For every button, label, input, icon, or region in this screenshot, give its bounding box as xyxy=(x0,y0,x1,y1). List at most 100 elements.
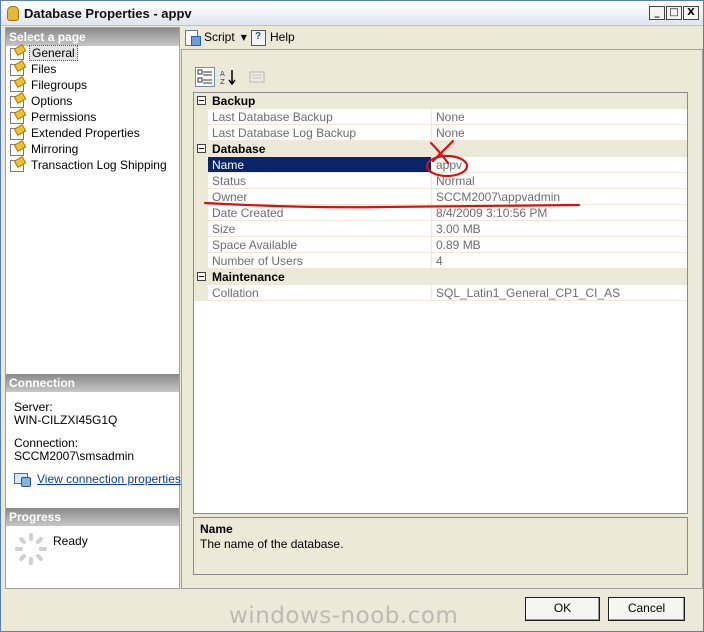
category-maintenance[interactable]: Maintenance xyxy=(194,269,687,285)
page-icon xyxy=(9,95,24,108)
property-row[interactable]: Number of Users 4 xyxy=(194,253,687,269)
minimize-button[interactable]: _ xyxy=(649,6,665,20)
alphabetical-icon[interactable]: A Z xyxy=(218,67,238,87)
close-button[interactable]: X xyxy=(683,6,699,20)
category-label: Maintenance xyxy=(212,270,285,284)
server-value: WIN-CILZXI45G1Q xyxy=(14,413,118,427)
script-icon xyxy=(184,29,201,46)
property-name: Last Database Backup xyxy=(208,109,432,125)
description-text: The name of the database. xyxy=(200,537,344,551)
page-icon xyxy=(9,79,24,92)
property-name: Name xyxy=(208,157,432,173)
page-icon xyxy=(9,111,24,124)
property-name: Date Created xyxy=(208,205,432,221)
collapse-icon[interactable] xyxy=(197,272,206,281)
dialog-toolbar: Script ▼ Help xyxy=(181,27,703,47)
collapse-icon[interactable] xyxy=(197,144,206,153)
script-button[interactable]: Script ▼ xyxy=(184,28,247,46)
page-icon xyxy=(9,47,24,60)
collapse-icon[interactable] xyxy=(197,96,206,105)
ok-button[interactable]: OK xyxy=(525,597,600,621)
property-value: 8/4/2009 3:10:56 PM xyxy=(432,205,687,221)
property-row[interactable]: Last Database Backup None xyxy=(194,109,687,125)
page-transaction-log-shipping[interactable]: Transaction Log Shipping xyxy=(9,157,169,173)
description-panel: Name The name of the database. xyxy=(193,517,688,575)
property-row-selected[interactable]: Name appv xyxy=(194,157,687,173)
property-row[interactable]: Status Normal xyxy=(194,173,687,189)
property-grid: Backup Last Database Backup None Last Da… xyxy=(193,92,688,514)
page-options[interactable]: Options xyxy=(9,93,74,109)
property-value: 0.89 MB xyxy=(432,237,687,253)
property-name: Collation xyxy=(208,285,432,301)
view-connection-properties-link[interactable]: View connection properties xyxy=(37,472,181,486)
property-name: Space Available xyxy=(208,237,432,253)
page-general[interactable]: General xyxy=(9,45,78,61)
category-label: Backup xyxy=(212,94,256,108)
property-name: Size xyxy=(208,221,432,237)
description-title: Name xyxy=(200,522,233,536)
page-label: Mirroring xyxy=(31,142,79,156)
title-bar[interactable]: Database Properties - appv _ □ X xyxy=(1,1,703,26)
property-value: appv xyxy=(432,157,687,173)
property-row[interactable]: Owner SCCM2007\appvadmin xyxy=(194,189,687,205)
help-label: Help xyxy=(270,30,295,44)
property-row[interactable]: Last Database Log Backup None xyxy=(194,125,687,141)
connection-value: SCCM2007\smsadmin xyxy=(14,449,135,463)
server-label: Server: xyxy=(14,400,53,414)
page-icon xyxy=(9,63,24,76)
database-properties-window: Database Properties - appv _ □ X Select … xyxy=(0,0,704,632)
left-panel: Select a page General Files Filegroups O… xyxy=(5,27,181,589)
property-row[interactable]: Size 3.00 MB xyxy=(194,221,687,237)
page-label: Filegroups xyxy=(31,78,88,92)
maximize-button[interactable]: □ xyxy=(666,6,682,20)
select-page-header: Select a page xyxy=(6,28,179,46)
progress-spinner-icon xyxy=(15,533,47,565)
property-name: Number of Users xyxy=(208,253,432,269)
property-row[interactable]: Date Created 8/4/2009 3:10:56 PM xyxy=(194,205,687,221)
page-permissions[interactable]: Permissions xyxy=(9,109,98,125)
page-label: Extended Properties xyxy=(31,126,140,140)
property-row[interactable]: Space Available 0.89 MB xyxy=(194,237,687,253)
property-name: Owner xyxy=(208,189,432,205)
category-label: Database xyxy=(212,142,266,156)
property-value: SCCM2007\appvadmin xyxy=(432,189,687,205)
page-filegroups[interactable]: Filegroups xyxy=(9,77,89,93)
property-value: None xyxy=(432,109,687,125)
page-icon xyxy=(9,159,24,172)
help-icon xyxy=(250,29,266,46)
property-value: 4 xyxy=(432,253,687,269)
categorized-icon[interactable] xyxy=(195,67,215,87)
page-icon xyxy=(9,127,24,140)
window-title: Database Properties - appv xyxy=(24,6,192,21)
property-value: Normal xyxy=(432,173,687,189)
help-button[interactable]: Help xyxy=(250,28,295,46)
page-mirroring[interactable]: Mirroring xyxy=(9,141,80,157)
svg-text:A: A xyxy=(220,70,225,78)
category-database[interactable]: Database xyxy=(194,141,687,157)
cancel-button[interactable]: Cancel xyxy=(608,597,685,621)
property-row[interactable]: Collation SQL_Latin1_General_CP1_CI_AS xyxy=(194,285,687,301)
connection-header: Connection xyxy=(6,374,179,392)
page-label: Permissions xyxy=(31,110,97,124)
database-icon xyxy=(7,6,19,21)
property-pages-icon[interactable] xyxy=(247,67,267,87)
property-value: 3.00 MB xyxy=(432,221,687,237)
page-files[interactable]: Files xyxy=(9,61,58,77)
script-label: Script xyxy=(204,30,235,44)
property-value: SQL_Latin1_General_CP1_CI_AS xyxy=(432,285,687,301)
svg-text:Z: Z xyxy=(220,78,225,86)
connection-properties-icon xyxy=(14,472,31,487)
page-label: Transaction Log Shipping xyxy=(31,158,167,172)
property-value: None xyxy=(432,125,687,141)
property-name: Status xyxy=(208,173,432,189)
category-backup[interactable]: Backup xyxy=(194,93,687,109)
progress-status: Ready xyxy=(53,534,88,548)
page-icon xyxy=(9,143,24,156)
page-extended-properties[interactable]: Extended Properties xyxy=(9,125,142,141)
page-label: General xyxy=(29,45,78,61)
page-label: Files xyxy=(31,62,57,76)
property-name: Last Database Log Backup xyxy=(208,125,432,141)
page-label: Options xyxy=(31,94,73,108)
watermark: windows-noob.com xyxy=(229,603,459,629)
dropdown-arrow-icon[interactable]: ▼ xyxy=(241,33,247,42)
